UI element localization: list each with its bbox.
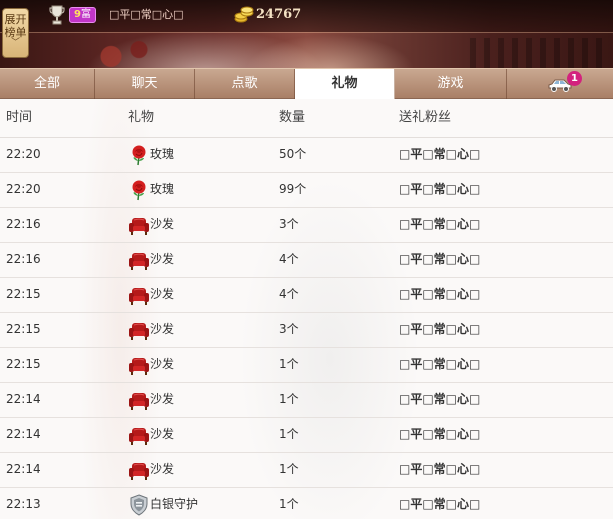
top-banner: 展开 榜单 ﹀ 9富 □平□常□心□ 24767 — [0, 0, 613, 68]
row-gift-name: 沙发 — [150, 427, 175, 441]
row-gift-name: 沙发 — [150, 462, 175, 476]
sofa-icon — [128, 319, 150, 341]
row-sender-name[interactable]: □平□常□心□ — [399, 172, 480, 207]
row-quantity: 1个 — [279, 462, 299, 476]
banner-divider — [0, 32, 613, 33]
expand-label-line1: 展开 — [4, 13, 27, 26]
column-header-quantity: 数量 — [279, 110, 306, 125]
row-gift-name: 沙发 — [150, 322, 175, 336]
sofa-icon — [128, 249, 150, 271]
table-row: 22:14 沙发 1个 □平□常□心□ — [0, 382, 613, 418]
silver-guard-icon — [128, 494, 150, 516]
row-time: 22:16 — [6, 217, 41, 231]
row-sender-name[interactable]: □平□常□心□ — [399, 347, 480, 382]
row-gift-name: 玫瑰 — [150, 182, 175, 196]
row-sender-name[interactable]: □平□常□心□ — [399, 277, 480, 312]
table-row: 22:16 沙发 3个 □平□常□心□ — [0, 207, 613, 243]
table-row: 22:20 玫瑰 99个 □平□常□心□ — [0, 172, 613, 208]
sofa-icon — [128, 214, 150, 236]
rose-icon — [128, 179, 150, 201]
tab-chat[interactable]: 聊天 — [95, 69, 195, 99]
row-time: 22:16 — [6, 252, 41, 266]
row-sender-name[interactable]: □平□常□心□ — [399, 452, 480, 487]
row-quantity: 1个 — [279, 357, 299, 371]
row-gift-name: 沙发 — [150, 357, 175, 371]
row-gift-name: 沙发 — [150, 392, 175, 406]
row-time: 22:14 — [6, 427, 41, 441]
row-sender-name[interactable]: □平□常□心□ — [399, 487, 480, 519]
row-gift-name: 玫瑰 — [150, 147, 175, 161]
row-time: 22:13 — [6, 497, 41, 511]
sofa-icon — [128, 459, 150, 481]
row-time: 22:20 — [6, 147, 41, 161]
tab-games[interactable]: 游戏 — [395, 69, 507, 99]
row-sender-name[interactable]: □平□常□心□ — [399, 137, 480, 172]
user-name[interactable]: □平□常□心□ — [109, 6, 184, 24]
row-time: 22:14 — [6, 392, 41, 406]
table-row: 22:20 玫瑰 50个 □平□常□心□ — [0, 137, 613, 173]
sofa-icon — [128, 389, 150, 411]
row-time: 22:15 — [6, 322, 41, 336]
coin-balance: 24767 — [256, 7, 302, 22]
chevron-down-icon: ﹀ — [10, 38, 20, 48]
row-sender-name[interactable]: □平□常□心□ — [399, 382, 480, 417]
row-gift-name: 沙发 — [150, 287, 175, 301]
row-sender-name[interactable]: □平□常□心□ — [399, 417, 480, 452]
tab-gifts[interactable]: 礼物 — [295, 69, 395, 100]
row-quantity: 4个 — [279, 287, 299, 301]
column-header-time: 时间 — [6, 110, 33, 125]
row-time: 22:20 — [6, 182, 41, 196]
rose-icon — [128, 144, 150, 166]
row-quantity: 4个 — [279, 252, 299, 266]
row-time: 22:14 — [6, 462, 41, 476]
sofa-icon — [128, 354, 150, 376]
gift-record-table: 时间 礼物 数量 送礼粉丝 22:20 玫瑰 50个 □平□常□心□ 22:20 玫瑰 99… — [0, 99, 613, 519]
table-row: 22:13 白银守护 1个 □平□常□心□ — [0, 487, 613, 519]
row-sender-name[interactable]: □平□常□心□ — [399, 207, 480, 242]
row-quantity: 99个 — [279, 182, 307, 196]
row-sender-name[interactable]: □平□常□心□ — [399, 312, 480, 347]
tab-bar: 全部 聊天 点歌 礼物 游戏 1 — [0, 68, 613, 100]
row-gift-name: 白银守护 — [150, 497, 199, 511]
row-quantity: 3个 — [279, 217, 299, 231]
sofa-icon — [128, 284, 150, 306]
sofa-icon — [128, 424, 150, 446]
wealth-rank-badge: 9富 — [69, 7, 96, 23]
rank-title: 富 — [80, 9, 91, 20]
vehicle-notification-badge: 1 — [567, 71, 582, 86]
table-row: 22:14 沙发 1个 □平□常□心□ — [0, 452, 613, 488]
coins-icon — [234, 6, 254, 23]
row-gift-name: 沙发 — [150, 217, 175, 231]
table-row: 22:16 沙发 4个 □平□常□心□ — [0, 242, 613, 278]
expand-ranking-button[interactable]: 展开 榜单 ﹀ — [2, 8, 29, 58]
rank-level: 9 — [74, 9, 81, 20]
row-gift-name: 沙发 — [150, 252, 175, 266]
column-header-gift: 礼物 — [128, 110, 155, 125]
tab-all[interactable]: 全部 — [0, 69, 95, 99]
column-header-sender: 送礼粉丝 — [399, 110, 452, 125]
row-time: 22:15 — [6, 357, 41, 371]
row-quantity: 1个 — [279, 497, 299, 511]
row-quantity: 1个 — [279, 392, 299, 406]
row-sender-name[interactable]: □平□常□心□ — [399, 242, 480, 277]
row-quantity: 1个 — [279, 427, 299, 441]
tab-song-request[interactable]: 点歌 — [195, 69, 295, 99]
banner-decoration-curtain — [470, 38, 610, 68]
trophy-icon — [49, 5, 65, 25]
row-quantity: 3个 — [279, 322, 299, 336]
row-time: 22:15 — [6, 287, 41, 301]
table-header: 时间 礼物 数量 送礼粉丝 — [0, 99, 613, 138]
table-row: 22:14 沙发 1个 □平□常□心□ — [0, 417, 613, 453]
table-row: 22:15 沙发 3个 □平□常□心□ — [0, 312, 613, 348]
table-row: 22:15 沙发 4个 □平□常□心□ — [0, 277, 613, 313]
row-quantity: 50个 — [279, 147, 307, 161]
banner-decoration-flowers — [90, 36, 160, 68]
table-row: 22:15 沙发 1个 □平□常□心□ — [0, 347, 613, 383]
tab-vehicle[interactable]: 1 — [507, 69, 613, 99]
